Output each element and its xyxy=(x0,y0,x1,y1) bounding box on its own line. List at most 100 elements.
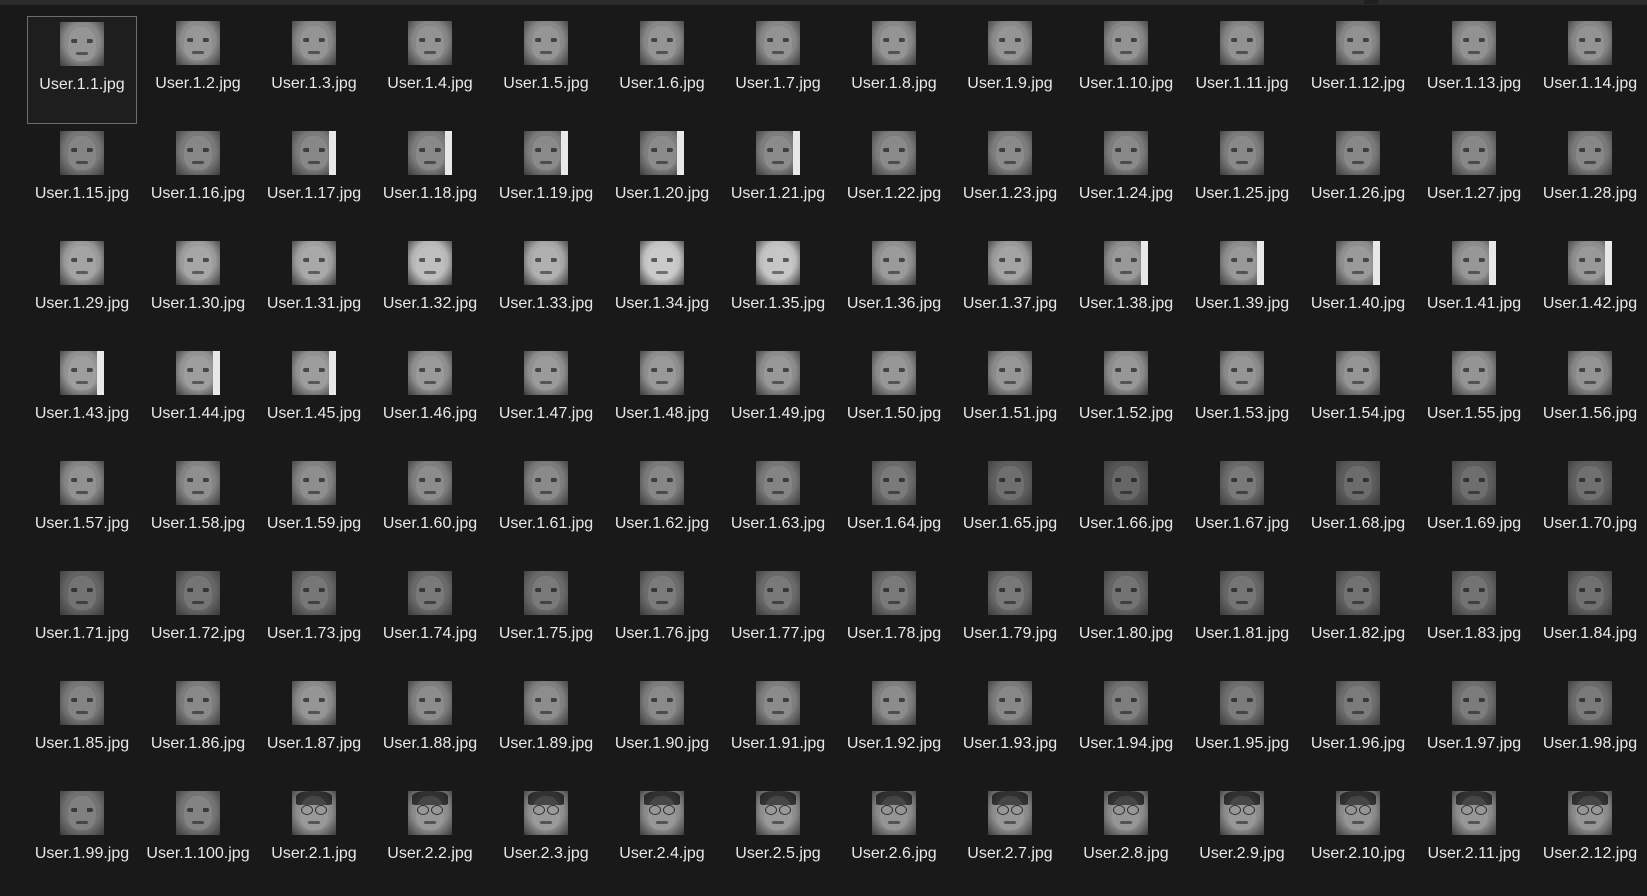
file-item[interactable]: User.1.92.jpg xyxy=(839,676,949,784)
file-item[interactable]: User.1.84.jpg xyxy=(1535,566,1645,674)
file-item[interactable]: User.1.91.jpg xyxy=(723,676,833,784)
file-item[interactable]: User.1.19.jpg xyxy=(491,126,601,234)
file-item[interactable]: User.1.77.jpg xyxy=(723,566,833,674)
file-item[interactable]: User.1.34.jpg xyxy=(607,236,717,344)
file-item[interactable]: User.1.27.jpg xyxy=(1419,126,1529,234)
file-item[interactable]: User.1.48.jpg xyxy=(607,346,717,454)
file-item[interactable]: User.1.14.jpg xyxy=(1535,16,1645,124)
file-item[interactable]: User.1.35.jpg xyxy=(723,236,833,344)
file-item[interactable]: User.1.3.jpg xyxy=(259,16,369,124)
file-item[interactable]: User.1.50.jpg xyxy=(839,346,949,454)
file-item[interactable]: User.1.71.jpg xyxy=(27,566,137,674)
file-item[interactable]: User.1.42.jpg xyxy=(1535,236,1645,344)
file-item[interactable]: User.1.46.jpg xyxy=(375,346,485,454)
file-item[interactable]: User.1.69.jpg xyxy=(1419,456,1529,564)
file-item[interactable]: User.1.65.jpg xyxy=(955,456,1065,564)
file-item[interactable]: User.1.13.jpg xyxy=(1419,16,1529,124)
file-item[interactable]: User.1.44.jpg xyxy=(143,346,253,454)
file-item[interactable]: User.1.93.jpg xyxy=(955,676,1065,784)
file-item[interactable]: User.1.2.jpg xyxy=(143,16,253,124)
file-item[interactable]: User.1.47.jpg xyxy=(491,346,601,454)
file-item[interactable]: User.1.86.jpg xyxy=(143,676,253,784)
file-item[interactable]: User.2.4.jpg xyxy=(607,786,717,894)
file-item[interactable]: User.1.55.jpg xyxy=(1419,346,1529,454)
file-item[interactable]: User.2.3.jpg xyxy=(491,786,601,894)
file-item[interactable]: User.2.1.jpg xyxy=(259,786,369,894)
file-item[interactable]: User.1.87.jpg xyxy=(259,676,369,784)
file-item[interactable]: User.1.33.jpg xyxy=(491,236,601,344)
file-item[interactable]: User.1.36.jpg xyxy=(839,236,949,344)
file-item[interactable]: User.1.17.jpg xyxy=(259,126,369,234)
file-item[interactable]: User.1.1.jpg xyxy=(27,16,137,124)
file-item[interactable]: User.1.97.jpg xyxy=(1419,676,1529,784)
file-item[interactable]: User.1.70.jpg xyxy=(1535,456,1645,564)
file-item[interactable]: User.1.15.jpg xyxy=(27,126,137,234)
file-item[interactable]: User.1.59.jpg xyxy=(259,456,369,564)
file-item[interactable]: User.2.12.jpg xyxy=(1535,786,1645,894)
file-item[interactable]: User.1.56.jpg xyxy=(1535,346,1645,454)
file-item[interactable]: User.1.100.jpg xyxy=(143,786,253,894)
file-item[interactable]: User.1.29.jpg xyxy=(27,236,137,344)
file-item[interactable]: User.1.37.jpg xyxy=(955,236,1065,344)
file-item[interactable]: User.1.38.jpg xyxy=(1071,236,1181,344)
file-item[interactable]: User.1.24.jpg xyxy=(1071,126,1181,234)
file-item[interactable]: User.1.80.jpg xyxy=(1071,566,1181,674)
file-item[interactable]: User.1.4.jpg xyxy=(375,16,485,124)
file-item[interactable]: User.1.89.jpg xyxy=(491,676,601,784)
file-item[interactable]: User.1.85.jpg xyxy=(27,676,137,784)
file-item[interactable]: User.1.6.jpg xyxy=(607,16,717,124)
file-item[interactable]: User.1.62.jpg xyxy=(607,456,717,564)
file-item[interactable]: User.2.8.jpg xyxy=(1071,786,1181,894)
file-item[interactable]: User.1.39.jpg xyxy=(1187,236,1297,344)
file-item[interactable]: User.1.63.jpg xyxy=(723,456,833,564)
file-item[interactable]: User.1.72.jpg xyxy=(143,566,253,674)
file-item[interactable]: User.1.61.jpg xyxy=(491,456,601,564)
file-item[interactable]: User.2.6.jpg xyxy=(839,786,949,894)
file-item[interactable]: User.1.41.jpg xyxy=(1419,236,1529,344)
file-item[interactable]: User.1.74.jpg xyxy=(375,566,485,674)
file-item[interactable]: User.1.43.jpg xyxy=(27,346,137,454)
file-item[interactable]: User.1.51.jpg xyxy=(955,346,1065,454)
file-item[interactable]: User.1.32.jpg xyxy=(375,236,485,344)
file-item[interactable]: User.1.8.jpg xyxy=(839,16,949,124)
file-item[interactable]: User.1.53.jpg xyxy=(1187,346,1297,454)
file-item[interactable]: User.1.94.jpg xyxy=(1071,676,1181,784)
file-item[interactable]: User.1.18.jpg xyxy=(375,126,485,234)
file-item[interactable]: User.1.78.jpg xyxy=(839,566,949,674)
file-item[interactable]: User.1.28.jpg xyxy=(1535,126,1645,234)
file-item[interactable]: User.1.99.jpg xyxy=(27,786,137,894)
file-item[interactable]: User.1.75.jpg xyxy=(491,566,601,674)
file-item[interactable]: User.1.83.jpg xyxy=(1419,566,1529,674)
file-item[interactable]: User.1.30.jpg xyxy=(143,236,253,344)
file-item[interactable]: User.1.82.jpg xyxy=(1303,566,1413,674)
file-item[interactable]: User.1.88.jpg xyxy=(375,676,485,784)
file-item[interactable]: User.2.10.jpg xyxy=(1303,786,1413,894)
file-item[interactable]: User.1.60.jpg xyxy=(375,456,485,564)
file-item[interactable]: User.2.7.jpg xyxy=(955,786,1065,894)
file-item[interactable]: User.1.26.jpg xyxy=(1303,126,1413,234)
file-item[interactable]: User.1.10.jpg xyxy=(1071,16,1181,124)
file-item[interactable]: User.1.90.jpg xyxy=(607,676,717,784)
file-item[interactable]: User.2.9.jpg xyxy=(1187,786,1297,894)
file-item[interactable]: User.1.11.jpg xyxy=(1187,16,1297,124)
file-item[interactable]: User.1.79.jpg xyxy=(955,566,1065,674)
file-item[interactable]: User.1.81.jpg xyxy=(1187,566,1297,674)
file-item[interactable]: User.1.68.jpg xyxy=(1303,456,1413,564)
file-item[interactable]: User.1.96.jpg xyxy=(1303,676,1413,784)
file-item[interactable]: User.1.64.jpg xyxy=(839,456,949,564)
file-item[interactable]: User.1.40.jpg xyxy=(1303,236,1413,344)
file-item[interactable]: User.1.57.jpg xyxy=(27,456,137,564)
file-item[interactable]: User.1.20.jpg xyxy=(607,126,717,234)
file-item[interactable]: User.1.52.jpg xyxy=(1071,346,1181,454)
file-item[interactable]: User.1.31.jpg xyxy=(259,236,369,344)
file-item[interactable]: User.1.5.jpg xyxy=(491,16,601,124)
file-item[interactable]: User.1.76.jpg xyxy=(607,566,717,674)
file-item[interactable]: User.1.23.jpg xyxy=(955,126,1065,234)
file-item[interactable]: User.2.11.jpg xyxy=(1419,786,1529,894)
file-item[interactable]: User.1.16.jpg xyxy=(143,126,253,234)
file-item[interactable]: User.1.95.jpg xyxy=(1187,676,1297,784)
file-item[interactable]: User.1.73.jpg xyxy=(259,566,369,674)
file-item[interactable]: User.1.45.jpg xyxy=(259,346,369,454)
file-item[interactable]: User.1.9.jpg xyxy=(955,16,1065,124)
file-item[interactable]: User.2.5.jpg xyxy=(723,786,833,894)
